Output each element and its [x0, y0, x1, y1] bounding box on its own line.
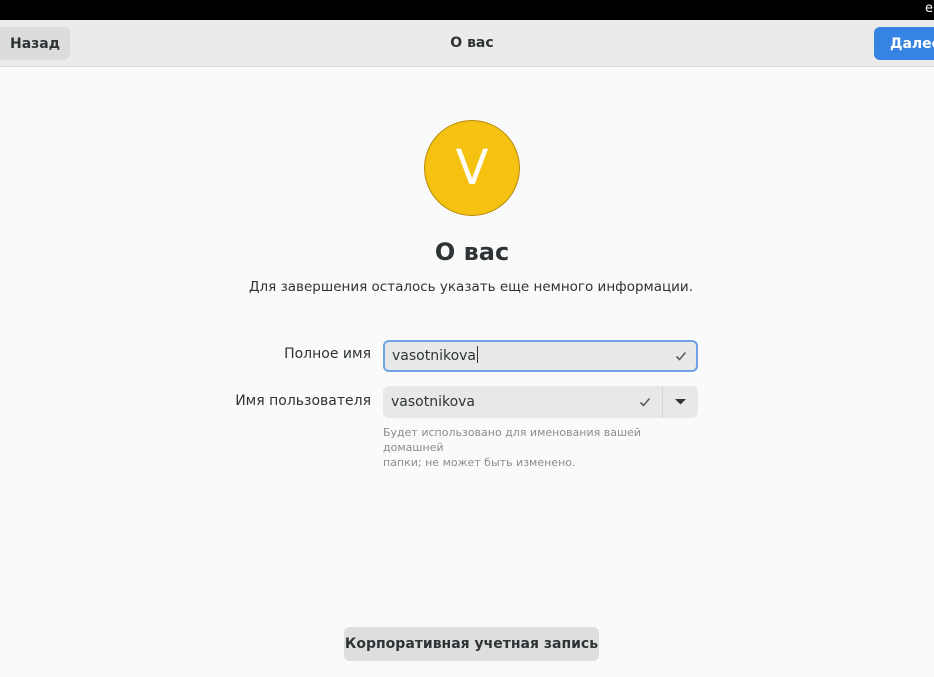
next-button[interactable]: Далее — [874, 27, 934, 60]
fullname-value: vasotnikova — [392, 346, 479, 364]
username-combo[interactable]: vasotnikova — [383, 386, 698, 418]
check-icon — [675, 351, 687, 361]
avatar[interactable]: V — [424, 120, 520, 216]
text-caret — [477, 346, 479, 363]
header-title: О вас — [450, 35, 494, 51]
username-hint-line2: папки; не может быть изменено. — [383, 456, 576, 469]
fullname-label: Полное имя — [284, 346, 371, 362]
system-top-bar: e — [0, 0, 934, 20]
chevron-down-icon[interactable] — [663, 386, 698, 418]
username-value: vasotnikova — [391, 394, 476, 410]
username-hint: Будет использовано для именования вашей … — [383, 425, 703, 470]
enterprise-login-button[interactable]: Корпоративная учетная запись — [344, 627, 599, 661]
header-bar: Назад О вас Далее — [0, 20, 934, 67]
fullname-field[interactable]: vasotnikova — [383, 340, 698, 372]
check-icon — [639, 397, 651, 407]
top-bar-status-text: e — [925, 1, 933, 16]
page-subtitle: Для завершения осталось указать еще немн… — [248, 279, 694, 295]
username-hint-line1: Будет использовано для именования вашей … — [383, 426, 641, 454]
username-label: Имя пользователя — [235, 393, 371, 409]
page-title: О вас — [434, 238, 510, 266]
